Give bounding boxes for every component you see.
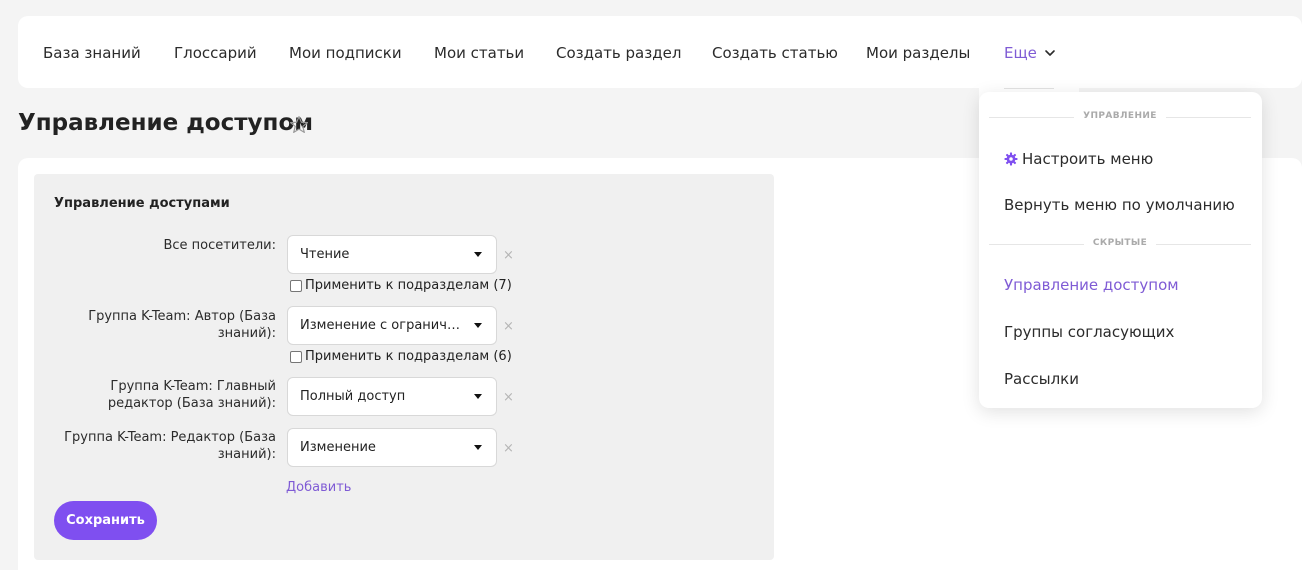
chevron-down-icon: [1045, 50, 1055, 56]
nav-more-label: Еще: [1004, 44, 1037, 62]
select-value: Полный доступ: [300, 389, 406, 404]
nav-item-my-articles[interactable]: Мои статьи: [434, 44, 524, 62]
nav-more-button[interactable]: Еще: [1004, 44, 1057, 62]
select-value: Чтение: [300, 247, 350, 262]
nav-item-create-article[interactable]: Создать статью: [712, 44, 838, 62]
access-select-author-group[interactable]: Изменение с ограничениями: [287, 306, 497, 345]
dropdown-item-label: Вернуть меню по умолчанию: [1004, 196, 1235, 214]
caret-down-icon: [474, 252, 482, 257]
dropdown-section-hidden: СКРЫТЫЕ: [989, 238, 1251, 250]
select-value: Изменение: [300, 440, 376, 455]
gear-icon: [1004, 152, 1018, 166]
access-select-editor-group[interactable]: Изменение: [287, 428, 497, 467]
select-value: Изменение с ограничениями: [300, 318, 460, 333]
dropdown-item-reset-menu[interactable]: Вернуть меню по умолчанию: [1004, 196, 1235, 214]
caret-down-icon: [474, 394, 482, 399]
apply-subsections-checkbox[interactable]: [290, 279, 302, 292]
apply-subsections-row[interactable]: Применить к подразделам (7): [290, 278, 512, 293]
dropdown-item-label: Рассылки: [1004, 370, 1079, 388]
dropdown-item-approver-groups[interactable]: Группы согласующих: [1004, 323, 1174, 341]
nav-item-create-section[interactable]: Создать раздел: [556, 44, 681, 62]
row-label-author-group: Группа K-Team: Автор (База знаний):: [88, 309, 276, 341]
add-access-link[interactable]: Добавить: [286, 480, 351, 495]
page-title: Управление доступом: [18, 110, 314, 136]
nav-item-glossary[interactable]: Глоссарий: [174, 44, 257, 62]
dropdown-item-label: Управление доступом: [1004, 276, 1179, 294]
nav-item-my-sections[interactable]: Мои разделы: [866, 44, 970, 62]
dropdown-section-manage-label: УПРАВЛЕНИЕ: [1083, 111, 1157, 121]
dropdown-section-manage: УПРАВЛЕНИЕ: [989, 111, 1251, 123]
more-dropdown-menu: УПРАВЛЕНИЕ Настроить меню Вернуть меню п…: [979, 92, 1262, 408]
dropdown-item-label: Настроить меню: [1022, 150, 1154, 168]
row-label-all-visitors: Все посетители:: [163, 238, 276, 253]
dropdown-item-access-management[interactable]: Управление доступом: [1004, 276, 1179, 294]
close-icon[interactable]: ×: [503, 248, 514, 263]
row-label-chief-editor-group: Группа K-Team: Главный редактор (База зн…: [107, 379, 276, 411]
star-outline-icon[interactable]: [288, 114, 310, 136]
caret-down-icon: [474, 445, 482, 450]
nav-item-my-subscriptions[interactable]: Мои подписки: [289, 44, 402, 62]
caret-down-icon: [474, 323, 482, 328]
dropdown-item-mailings[interactable]: Рассылки: [1004, 370, 1079, 388]
nav-item-knowledge-base[interactable]: База знаний: [43, 44, 141, 62]
close-icon[interactable]: ×: [503, 390, 514, 405]
access-select-chief-editor-group[interactable]: Полный доступ: [287, 377, 497, 416]
close-icon[interactable]: ×: [503, 441, 514, 456]
apply-subsections-checkbox[interactable]: [290, 350, 302, 363]
access-panel-heading: Управление доступами: [54, 196, 230, 211]
apply-subsections-label: Применить к подразделам (7): [305, 278, 512, 293]
apply-subsections-row[interactable]: Применить к подразделам (6): [290, 349, 512, 364]
row-label-editor-group: Группа K-Team: Редактор (База знаний):: [64, 430, 276, 462]
dropdown-item-label: Группы согласующих: [1004, 323, 1175, 341]
dropdown-item-configure-menu[interactable]: Настроить меню: [1004, 150, 1153, 168]
save-button[interactable]: Сохранить: [54, 501, 157, 540]
nav-more-highlight: [979, 22, 1079, 102]
nav-more-divider: [1004, 88, 1054, 89]
close-icon[interactable]: ×: [503, 319, 514, 334]
dropdown-section-hidden-label: СКРЫТЫЕ: [1092, 238, 1148, 248]
access-select-all-visitors[interactable]: Чтение: [287, 235, 497, 274]
apply-subsections-label: Применить к подразделам (6): [305, 349, 512, 364]
